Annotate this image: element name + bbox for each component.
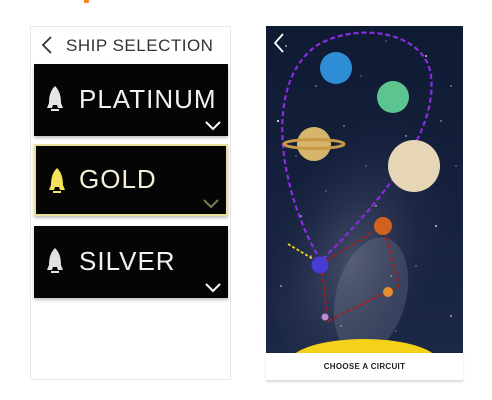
small-purple-planet (321, 313, 329, 321)
choose-circuit-button[interactable]: CHOOSE A CIRCUIT (266, 353, 463, 381)
choose-circuit-label: CHOOSE A CIRCUIT (323, 362, 406, 371)
chevron-down-icon[interactable] (204, 120, 222, 132)
chevron-down-icon[interactable] (204, 282, 222, 294)
back-arrow-icon[interactable] (37, 34, 57, 56)
ship-card-platinum[interactable]: PLATINUM (34, 64, 228, 136)
rocket-icon (47, 248, 63, 273)
ship-label: GOLD (79, 164, 157, 194)
space-map[interactable] (266, 26, 463, 353)
page-title: SHIP SELECTION (66, 36, 214, 55)
header: SHIP SELECTION (31, 27, 230, 63)
rocket-icon (47, 86, 63, 111)
ship-card-silver[interactable]: SILVER (34, 226, 228, 298)
small-orange-planet (383, 287, 393, 297)
chevron-down-icon[interactable] (202, 198, 220, 210)
rocket-icon (49, 168, 65, 193)
ship-label: PLATINUM (79, 84, 217, 114)
ship-label: SILVER (79, 246, 176, 276)
current-position-marker (311, 256, 329, 274)
accent-mark (84, 0, 89, 3)
beige-planet (388, 140, 440, 192)
green-planet (377, 81, 409, 113)
ship-card-gold[interactable]: GOLD (34, 144, 228, 216)
blue-planet (320, 52, 352, 84)
ship-selection-screen: SHIP SELECTION PLATINUM GOLD SILVER (30, 26, 231, 380)
orange-planet (374, 217, 392, 235)
circuit-map-screen: CHOOSE A CIRCUIT (266, 26, 463, 381)
